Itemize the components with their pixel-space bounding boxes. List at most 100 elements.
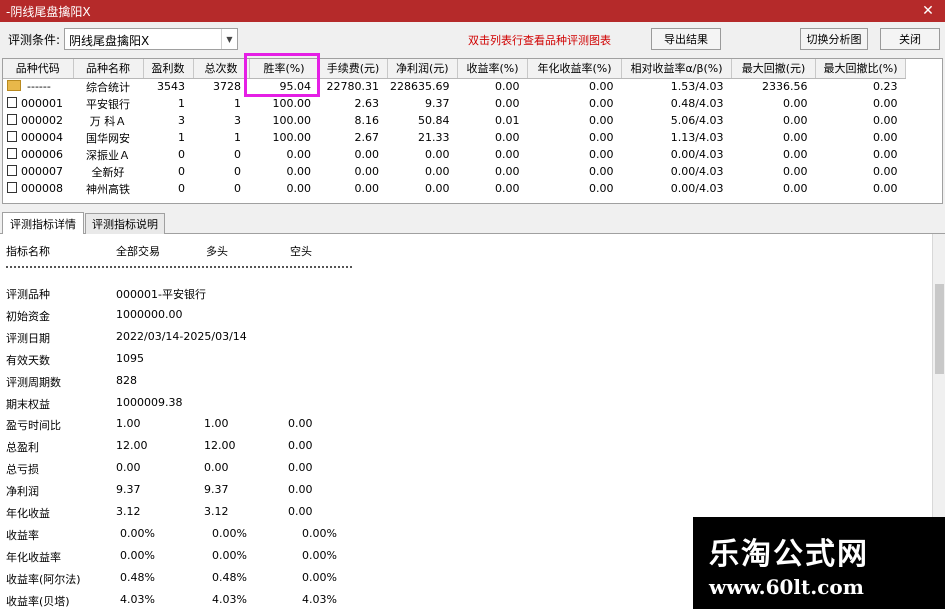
detail-value: 1.00 xyxy=(204,417,229,431)
cell-value: 1 xyxy=(234,131,241,144)
cell-code: ------ xyxy=(3,78,73,95)
detail-value: 0.00% xyxy=(302,526,337,540)
cell-value: 95.04 xyxy=(279,80,312,94)
detail-label: 盈亏时间比 xyxy=(6,419,61,433)
table-header-row: 品种代码 品种名称 盈利数 总次数 胜率(%) 手续费(元) 净利润(元) 收益… xyxy=(3,59,906,79)
tab-indicator-details[interactable]: 评测指标详情 xyxy=(2,212,84,234)
detail-value: 0.00% xyxy=(302,548,337,562)
document-icon xyxy=(7,131,17,142)
hint-text: 双击列表行查看品种评测图表 xyxy=(468,34,611,47)
cell-value: 0.00 xyxy=(873,182,898,195)
cell-name: 万 科Ａ xyxy=(89,114,127,128)
table-row[interactable]: 000008 神州高铁 0 0 0.00 0.00 0.00 0.00 0.00 0.00/4.0… xyxy=(3,180,906,197)
tab-indicator-explanation[interactable]: 评测指标说明 xyxy=(85,213,165,234)
detail-label: 有效天数 xyxy=(6,353,50,367)
cell-value: 0.00 xyxy=(495,80,520,94)
detail-value: 2022/03/14-2025/03/14 xyxy=(116,329,247,343)
cell-name: 平安银行 xyxy=(86,97,130,111)
cell-name: 深振业Ａ xyxy=(86,148,130,162)
document-icon xyxy=(7,114,17,125)
folder-icon xyxy=(7,80,21,92)
detail-value: 0.00% xyxy=(212,526,247,540)
document-icon xyxy=(7,97,17,108)
cell-value: 3728 xyxy=(213,80,241,94)
cell-value: 0.00 xyxy=(495,165,520,178)
cell-value: 5.06/4.03 xyxy=(670,114,724,127)
detail-value: 1095 xyxy=(116,351,144,365)
condition-label: 评测条件: xyxy=(8,33,61,47)
table-row[interactable]: 000004 国华网安 1 1 100.00 2.67 21.33 0.00 0.00 1.13/… xyxy=(3,129,906,146)
cell-code-text: ------ xyxy=(27,80,51,94)
detail-label: 收益率(贝塔) xyxy=(6,594,70,608)
detail-label: 收益率 xyxy=(6,528,39,542)
cell-value: 0.00 xyxy=(783,131,808,144)
cell-value: 0.00 xyxy=(495,182,520,195)
column-header[interactable]: 最大回撤比(%) xyxy=(815,59,906,79)
detail-value: 0.00% xyxy=(120,526,155,540)
cell-name: 综合统计 xyxy=(86,80,130,94)
table-row[interactable]: 000007 全新好 0 0 0.00 0.00 0.00 0.00 0.00 0.00/4.03… xyxy=(3,163,906,180)
condition-select[interactable]: 阴线尾盘擒阳X ▼ xyxy=(64,28,238,50)
detail-value: 12.00 xyxy=(204,439,236,453)
cell-name: 国华网安 xyxy=(86,131,130,145)
cell-value: 2336.56 xyxy=(762,80,808,94)
scrollbar-thumb[interactable] xyxy=(935,284,944,374)
export-button[interactable]: 导出结果 xyxy=(651,28,721,50)
detail-header-short: 空头 xyxy=(290,245,312,258)
cell-code: 000007 xyxy=(3,163,73,180)
detail-value: 0.00 xyxy=(288,505,313,518)
cell-value: 22780.31 xyxy=(326,80,380,94)
column-header[interactable]: 相对收益率α/β(%) xyxy=(621,59,732,79)
detail-value: 9.37 xyxy=(204,483,229,497)
cell-value: 0.00 xyxy=(286,148,312,161)
cell-value: 0.01 xyxy=(495,114,520,127)
cell-value: 2.67 xyxy=(354,131,380,144)
detail-value: 0.00 xyxy=(204,461,229,475)
cell-value: 0.00 xyxy=(783,182,808,195)
close-button[interactable]: 关闭 xyxy=(880,28,940,50)
cell-value: 1 xyxy=(234,97,241,110)
table-row[interactable]: ------ 综合统计 3543 3728 95.04 22780.31 228635.69… xyxy=(3,78,906,95)
detail-value: 0.00% xyxy=(302,570,337,584)
detail-value: 0.00% xyxy=(120,548,155,562)
cell-value: 1 xyxy=(178,97,185,110)
cell-value: 100.00 xyxy=(272,131,312,144)
column-header[interactable]: 年化收益率(%) xyxy=(527,59,622,79)
results-table[interactable]: 品种代码 品种名称 盈利数 总次数 胜率(%) 手续费(元) 净利润(元) 收益… xyxy=(2,58,943,204)
window-close-icon[interactable]: ✕ xyxy=(911,0,945,22)
cell-value: 100.00 xyxy=(272,114,312,127)
cell-name: 神州高铁 xyxy=(86,182,130,196)
column-header-winrate[interactable]: 胜率(%) xyxy=(249,59,320,79)
detail-label: 初始资金 xyxy=(6,309,50,323)
watermark: 乐淘公式网 www.60lt.com xyxy=(693,517,945,609)
cell-code-text: 000008 xyxy=(21,182,63,195)
chevron-down-icon[interactable]: ▼ xyxy=(221,29,237,49)
detail-value: 0.00 xyxy=(288,461,313,475)
column-header[interactable]: 品种代码 xyxy=(3,59,74,79)
column-header[interactable]: 总次数 xyxy=(193,59,250,79)
column-header[interactable]: 手续费(元) xyxy=(319,59,388,79)
cell-value: 0.00 xyxy=(589,80,614,94)
detail-header-name: 指标名称 xyxy=(6,245,50,258)
column-header[interactable]: 收益率(%) xyxy=(457,59,528,79)
detail-value: 9.37 xyxy=(116,483,141,497)
cell-value: 100.00 xyxy=(272,97,312,110)
table-row[interactable]: 000002 万 科Ａ 3 3 100.00 8.16 50.84 0.01 0.00 5.06/… xyxy=(3,112,906,129)
cell-value: 0.00 xyxy=(286,182,312,195)
table-row[interactable]: 000006 深振业Ａ 0 0 0.00 0.00 0.00 0.00 0.00 0.00/4.0… xyxy=(3,146,906,163)
column-header[interactable]: 品种名称 xyxy=(73,59,144,79)
detail-header-long: 多头 xyxy=(206,245,228,258)
detail-label: 年化收益率 xyxy=(6,550,61,564)
column-header[interactable]: 盈利数 xyxy=(143,59,194,79)
cell-code: 000004 xyxy=(3,129,73,146)
switch-chart-button[interactable]: 切换分析图 xyxy=(800,28,868,50)
column-header[interactable]: 最大回撤(元) xyxy=(731,59,816,79)
column-header[interactable]: 净利润(元) xyxy=(387,59,458,79)
table-row[interactable]: 000001 平安银行 1 1 100.00 2.63 9.37 0.00 0.00 0.48/4… xyxy=(3,95,906,112)
cell-code: 000001 xyxy=(3,95,73,112)
cell-value: 0.00 xyxy=(286,165,312,178)
detail-header-all: 全部交易 xyxy=(116,245,160,258)
cell-value: 1.13/4.03 xyxy=(670,131,724,144)
detail-value: 1000009.38 xyxy=(116,395,183,409)
cell-value: 3 xyxy=(234,114,241,127)
